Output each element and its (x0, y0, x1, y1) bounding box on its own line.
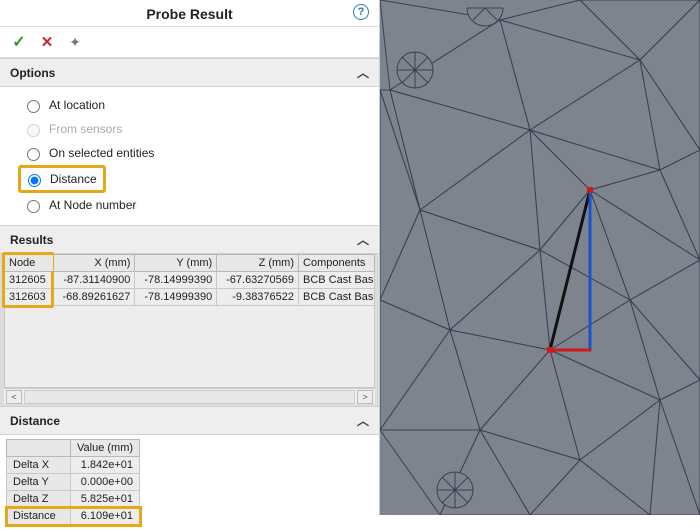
cell-y: -78.14999390 (135, 272, 217, 289)
mesh-svg (380, 0, 700, 515)
cell-node: 312603 (5, 289, 54, 306)
cell-y: -78.14999390 (135, 289, 217, 306)
cancel-button[interactable]: ✕ (38, 33, 56, 51)
cell-comp: BCB Cast Base (299, 289, 375, 306)
options-body: At location From sensors On selected ent… (0, 87, 379, 225)
radio-from-sensors-input (27, 124, 40, 137)
panel-title-bar: Probe Result ? (0, 0, 379, 27)
radio-on-selected-input[interactable] (27, 148, 40, 161)
distance-table[interactable]: Value (mm) Delta X 1.842e+01 Delta Y 0.0… (6, 439, 140, 525)
cell-node: 312605 (5, 272, 54, 289)
probe-result-panel: Probe Result ? ✓ ✕ ✦ Options ︿ At locati… (0, 0, 380, 515)
cell-comp: BCB Cast Base (299, 272, 375, 289)
graphics-viewport[interactable] (380, 0, 700, 515)
distance-section-header[interactable]: Distance ︿ (0, 406, 379, 435)
results-h-scrollbar[interactable]: < > (4, 388, 375, 404)
grid-filler (5, 306, 375, 388)
radio-at-location-input[interactable] (27, 100, 40, 113)
radio-at-location[interactable]: At location (22, 93, 367, 117)
cell-x: -87.31140900 (53, 272, 135, 289)
radio-at-node-number[interactable]: At Node number (22, 193, 367, 217)
value-delta-z: 5.825e+01 (71, 491, 140, 508)
label-delta-z: Delta Z (7, 491, 71, 508)
col-y[interactable]: Y (mm) (135, 255, 217, 272)
chevron-up-icon: ︿ (357, 231, 369, 248)
results-section-header[interactable]: Results ︿ (0, 225, 379, 254)
distance-blank-header (7, 440, 71, 457)
distance-value-header: Value (mm) (71, 440, 140, 457)
value-delta-x: 1.842e+01 (71, 457, 140, 474)
pin-button[interactable]: ✦ (66, 33, 84, 51)
probe-node-marker (587, 187, 593, 193)
table-row[interactable]: 312603 -68.89261627 -78.14999390 -9.3837… (5, 289, 375, 306)
ok-button[interactable]: ✓ (10, 33, 28, 51)
radio-from-sensors: From sensors (22, 117, 367, 141)
radio-distance-label: Distance (50, 172, 97, 186)
cell-z: -67.63270569 (217, 272, 299, 289)
radio-distance-input[interactable] (28, 174, 41, 187)
col-x[interactable]: X (mm) (53, 255, 135, 272)
radio-on-selected-label: On selected entities (49, 146, 154, 160)
value-distance: 6.109e+01 (71, 508, 140, 525)
panel-title: Probe Result (146, 6, 232, 22)
results-heading: Results (10, 233, 53, 247)
col-node[interactable]: Node (5, 255, 54, 272)
scroll-track[interactable] (24, 390, 355, 404)
scroll-right-button[interactable]: > (357, 390, 373, 404)
table-row: Delta X 1.842e+01 (7, 457, 140, 474)
results-grid-wrap: Node X (mm) Y (mm) Z (mm) Components 312… (0, 254, 379, 406)
col-comp[interactable]: Components (299, 255, 375, 272)
radio-from-sensors-label: From sensors (49, 122, 122, 136)
table-row: Delta Z 5.825e+01 (7, 491, 140, 508)
distance-row-highlight: Distance 6.109e+01 (7, 508, 140, 525)
col-z[interactable]: Z (mm) (217, 255, 299, 272)
label-distance: Distance (7, 508, 71, 525)
radio-at-node-number-label: At Node number (49, 198, 136, 212)
help-icon[interactable]: ? (353, 4, 369, 20)
options-section-header[interactable]: Options ︿ (0, 58, 379, 87)
radio-at-location-label: At location (49, 98, 105, 112)
label-delta-x: Delta X (7, 457, 71, 474)
radio-distance[interactable]: Distance (23, 169, 97, 189)
table-row: Delta Y 0.000e+00 (7, 474, 140, 491)
scroll-left-button[interactable]: < (6, 390, 22, 404)
radio-distance-highlight: Distance (18, 165, 106, 193)
probe-node-marker (547, 347, 553, 353)
distance-body: Value (mm) Delta X 1.842e+01 Delta Y 0.0… (0, 435, 379, 531)
confirm-toolbar: ✓ ✕ ✦ (0, 27, 379, 58)
table-row[interactable]: 312605 -87.31140900 -78.14999390 -67.632… (5, 272, 375, 289)
value-delta-y: 0.000e+00 (71, 474, 140, 491)
cell-x: -68.89261627 (53, 289, 135, 306)
label-delta-y: Delta Y (7, 474, 71, 491)
radio-on-selected[interactable]: On selected entities (22, 141, 367, 165)
options-heading: Options (10, 66, 55, 80)
distance-heading: Distance (10, 414, 60, 428)
cell-z: -9.38376522 (217, 289, 299, 306)
results-table[interactable]: Node X (mm) Y (mm) Z (mm) Components 312… (4, 254, 375, 388)
radio-at-node-number-input[interactable] (27, 200, 40, 213)
chevron-up-icon: ︿ (357, 412, 369, 429)
chevron-up-icon: ︿ (357, 64, 369, 81)
